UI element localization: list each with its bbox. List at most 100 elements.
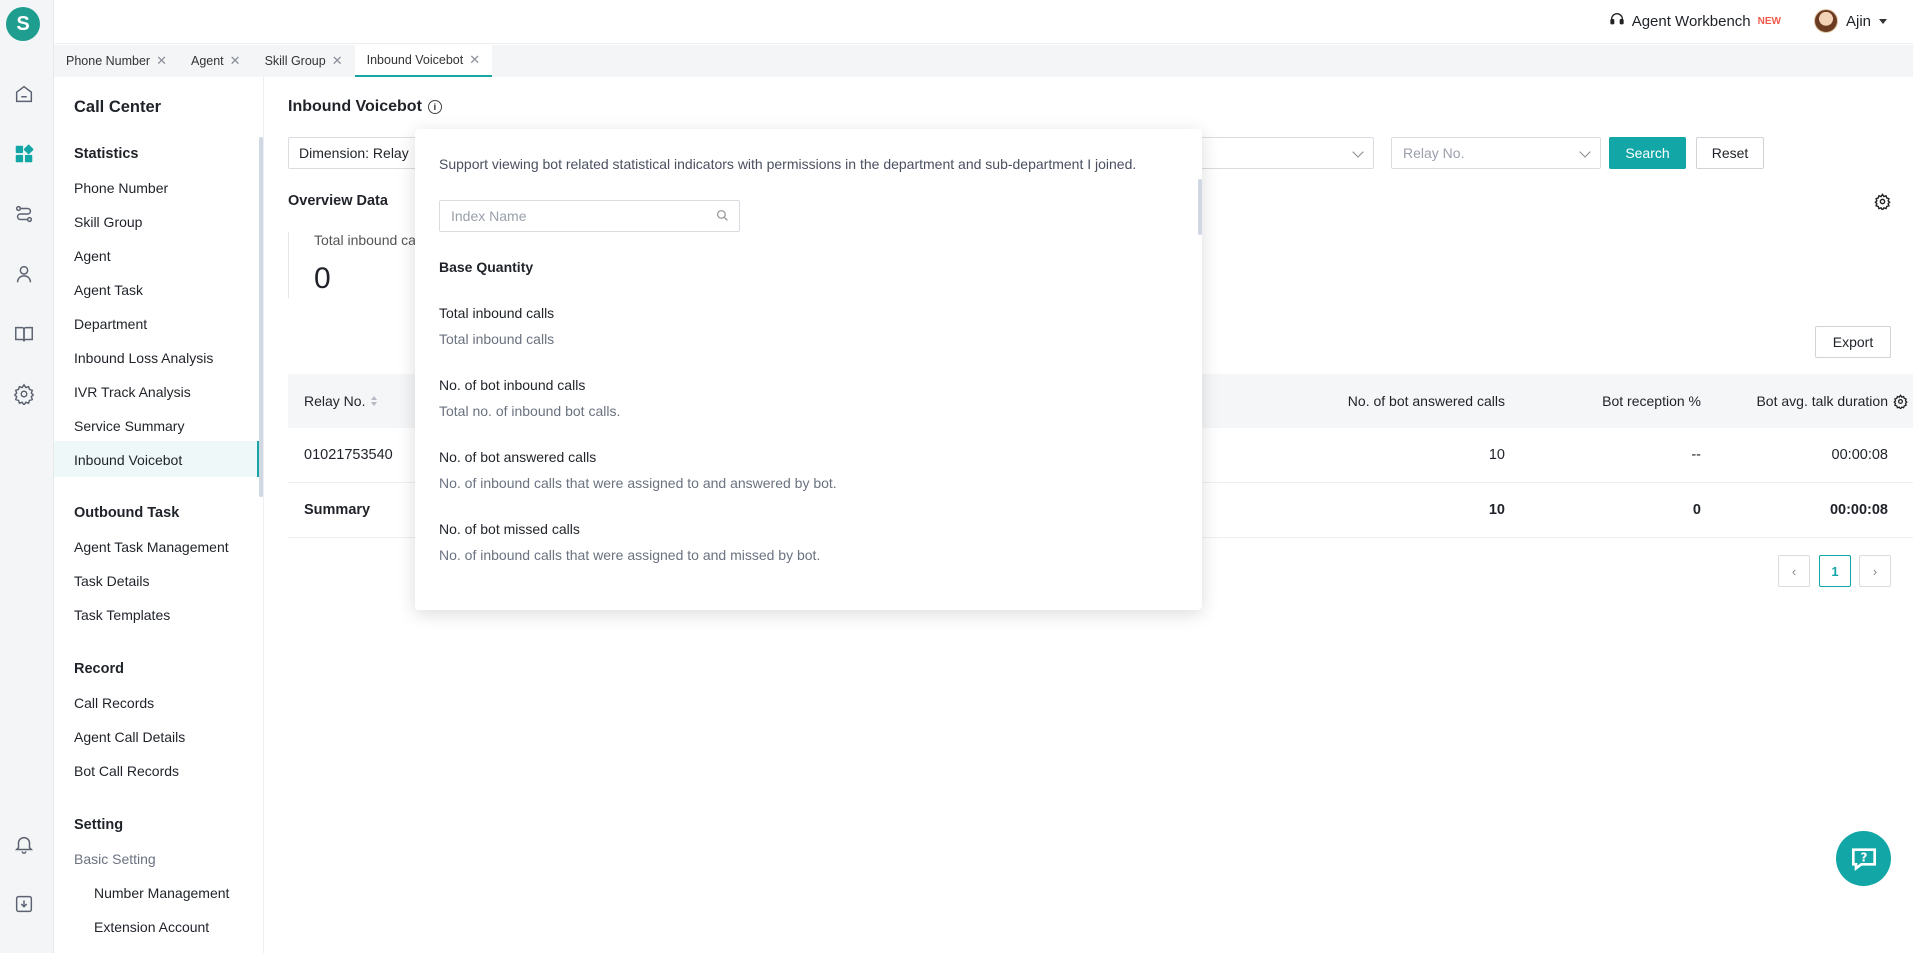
tab-phone-number[interactable]: Phone Number ✕ [54, 45, 179, 77]
index-desc: No. of inbound calls that were assigned … [439, 475, 837, 491]
sidebar-item-agent-task[interactable]: Agent Task [74, 282, 143, 298]
search-button[interactable]: Search [1609, 137, 1686, 169]
relay-placeholder: Relay No. [1403, 145, 1465, 161]
group-record: Record [74, 661, 124, 677]
index-item: Total inbound calls Total inbound calls [439, 305, 554, 347]
sidebar-item-skill-group[interactable]: Skill Group [74, 214, 142, 230]
new-badge: NEW [1757, 15, 1781, 27]
index-desc: Total inbound calls [439, 331, 555, 347]
tab-label: Agent [190, 54, 224, 68]
next-page-button[interactable]: › [1859, 555, 1891, 587]
popover-group-title: Base Quantity [439, 259, 534, 275]
close-icon[interactable]: ✕ [156, 53, 167, 69]
page-title-text: Inbound Voicebot [288, 98, 422, 115]
help-chat-button[interactable]: ? [1836, 831, 1891, 886]
index-desc: No. of inbound calls that were assigned … [439, 547, 821, 563]
overview-title: Overview Data [288, 193, 388, 209]
sidebar-item-service-summary[interactable]: Service Summary [74, 418, 184, 434]
popover-scrollbar[interactable] [1198, 179, 1202, 235]
page-tabs: Phone Number ✕ Agent ✕ Skill Group ✕ Inboun… [54, 45, 1913, 77]
cell-relay: 01021753540 [304, 447, 393, 463]
reset-button[interactable]: Reset [1696, 137, 1764, 169]
book-icon[interactable] [12, 322, 36, 346]
sidebar-scrollbar[interactable] [259, 137, 263, 497]
sidebar-item-basic-setting[interactable]: Basic Setting [74, 851, 156, 867]
svg-text:?: ? [1860, 850, 1867, 864]
col-bot-answered: No. of bot answered calls [1347, 393, 1505, 409]
sidebar-item-inbound-voicebot[interactable]: Inbound Voicebot [74, 452, 182, 468]
col-bot-reception: Bot reception % [1602, 393, 1701, 409]
group-setting: Setting [74, 817, 124, 833]
user-name: Ajin [1845, 12, 1871, 30]
dimension-select[interactable]: Dimension: Relay [288, 137, 428, 169]
page-button-current[interactable]: 1 [1819, 555, 1851, 587]
home-icon[interactable] [12, 82, 36, 106]
app-logo[interactable]: S [6, 7, 40, 41]
sidebar-item-task-details[interactable]: Task Details [74, 573, 149, 589]
export-button[interactable]: Export [1815, 326, 1891, 358]
search-placeholder: Index Name [451, 208, 527, 224]
dashboard-icon[interactable] [12, 142, 36, 166]
sidebar-item-agent-task-management[interactable]: Agent Task Management [74, 539, 229, 555]
sort-icon[interactable] [371, 396, 378, 406]
col-relay-no[interactable]: Relay No. [304, 374, 378, 428]
index-search-input[interactable]: Index Name [439, 200, 740, 232]
info-icon[interactable]: i [427, 100, 442, 114]
download-icon[interactable] [12, 892, 36, 916]
index-name: No. of bot answered calls [439, 449, 597, 465]
index-item: No. of bot inbound calls Total no. of in… [439, 377, 620, 419]
tab-label: Inbound Voicebot [366, 53, 464, 67]
caret-down-icon [1879, 18, 1887, 24]
close-icon[interactable]: ✕ [469, 52, 480, 68]
search-icon [716, 209, 729, 225]
tab-skill-group[interactable]: Skill Group ✕ [253, 45, 355, 77]
left-rail: S [0, 0, 54, 953]
group-statistics: Statistics [74, 146, 139, 162]
sidebar-item-number-management[interactable]: Number Management [94, 885, 229, 901]
sidebar-item-call-records[interactable]: Call Records [74, 695, 154, 711]
prev-page-button[interactable]: ‹ [1778, 555, 1810, 587]
sidebar-item-agent-call-details[interactable]: Agent Call Details [74, 729, 185, 745]
sidebar-item-department[interactable]: Department [74, 316, 147, 332]
index-name: No. of bot inbound calls [439, 377, 586, 393]
info-popover: Support viewing bot related statistical … [415, 129, 1202, 610]
summary-answered: 10 [1488, 502, 1505, 518]
group-outbound-task: Outbound Task [74, 505, 180, 521]
sidebar-item-agent[interactable]: Agent [74, 248, 111, 264]
agent-icon[interactable] [12, 262, 36, 286]
user-menu[interactable]: Ajin [1813, 9, 1887, 33]
page-title: Inbound Voicebot i [288, 98, 442, 116]
tab-agent[interactable]: Agent ✕ [179, 45, 253, 77]
card-label: Total inbound ca [314, 232, 416, 248]
sidebar-item-phone-number[interactable]: Phone Number [74, 180, 168, 196]
bell-icon[interactable] [12, 832, 36, 856]
relay-no-select[interactable]: Relay No. [1391, 137, 1601, 169]
cell-duration: 00:00:08 [1831, 447, 1888, 463]
avatar [1813, 9, 1838, 33]
routing-icon[interactable] [12, 202, 36, 226]
agent-workbench-link[interactable]: Agent Workbench NEW [1609, 11, 1781, 31]
card-value: 0 [314, 262, 331, 295]
cell-reception: -- [1691, 447, 1701, 463]
sidebar-item-extension-account[interactable]: Extension Account [94, 919, 209, 935]
sidebar-item-ivr-track-analysis[interactable]: IVR Track Analysis [74, 384, 191, 400]
tab-inbound-voicebot[interactable]: Inbound Voicebot ✕ [354, 45, 493, 77]
col-bot-avg-talk: Bot avg. talk duration [1756, 393, 1888, 409]
summary-label: Summary [304, 502, 371, 518]
index-item: No. of bot answered calls No. of inbound… [439, 449, 837, 491]
gear-icon[interactable] [1874, 193, 1891, 213]
sidebar-item-task-templates[interactable]: Task Templates [74, 607, 170, 623]
cell-answered: 10 [1488, 447, 1505, 463]
gear-icon[interactable] [1893, 374, 1908, 428]
index-item: No. of bot missed calls No. of inbound c… [439, 521, 820, 563]
popover-description: Support viewing bot related statistical … [439, 156, 1137, 172]
close-icon[interactable]: ✕ [230, 53, 241, 69]
summary-reception: 0 [1692, 502, 1701, 518]
sidebar-item-inbound-loss-analysis[interactable]: Inbound Loss Analysis [74, 350, 213, 366]
filter-select[interactable]: t [1184, 137, 1374, 169]
tab-label: Skill Group [264, 54, 326, 68]
sidebar-item-bot-call-records[interactable]: Bot Call Records [74, 763, 179, 779]
tab-label: Phone Number [66, 54, 151, 68]
close-icon[interactable]: ✕ [332, 53, 343, 69]
settings-icon[interactable] [12, 382, 36, 406]
